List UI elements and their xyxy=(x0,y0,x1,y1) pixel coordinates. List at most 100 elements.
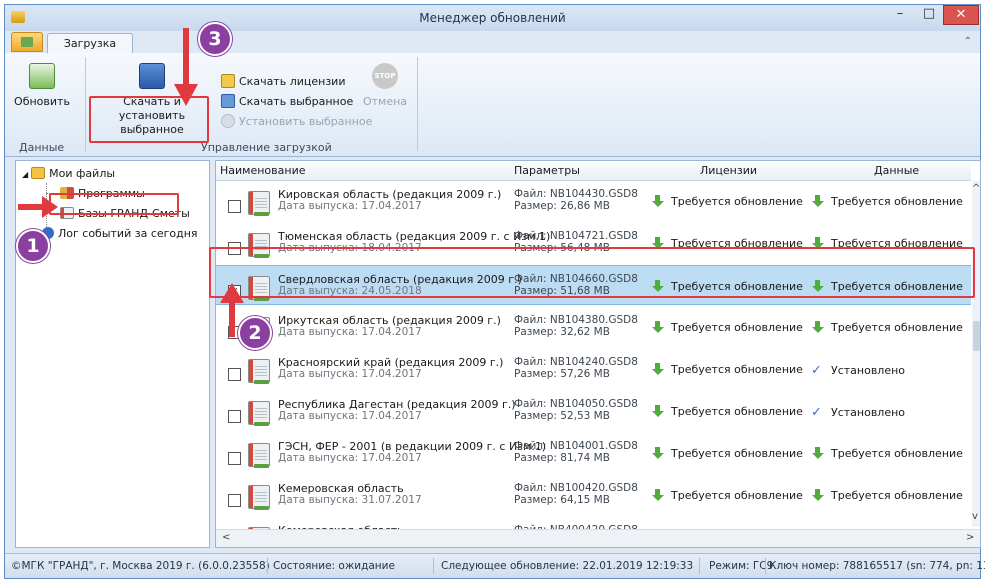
tree-root-label: Мои файлы xyxy=(49,167,116,180)
row-checkbox[interactable] xyxy=(228,410,241,423)
update-arrow-icon xyxy=(651,447,665,459)
status-state: Состояние: ожидание xyxy=(273,560,395,572)
row-date: Дата выпуска: 17.04.2017 xyxy=(278,326,422,338)
data-status-text: Требуется обновление xyxy=(831,195,963,208)
stop-icon: STOP xyxy=(372,63,398,89)
data-status-text: Установлено xyxy=(831,364,906,377)
updates-grid: Наименование Параметры Лицензии Данные К… xyxy=(215,160,981,548)
column-header-params[interactable]: Параметры xyxy=(514,164,580,177)
scroll-left-icon[interactable]: < xyxy=(222,532,230,543)
install-selected-button[interactable]: Установить выбранное xyxy=(221,113,372,131)
row-file: Файл: NB104240.GSD8 xyxy=(514,356,638,368)
row-date: Дата выпуска: 17.04.2017 xyxy=(278,452,422,464)
scroll-right-icon[interactable]: > xyxy=(966,532,974,543)
refresh-button[interactable]: Обновить xyxy=(11,63,73,109)
scroll-thumb[interactable] xyxy=(973,321,980,351)
update-arrow-icon xyxy=(811,489,825,501)
row-file: Файл: NB104050.GSD8 xyxy=(514,398,638,410)
status-separator xyxy=(433,558,434,574)
row-data-status: ✓ Установлено xyxy=(811,405,905,420)
license-status-text: Требуется обновление xyxy=(671,321,803,334)
license-status-text: Требуется обновление xyxy=(671,195,803,208)
row-license-status: Требуется обновление xyxy=(651,447,803,460)
ribbon-collapse-icon[interactable]: ⌃ xyxy=(964,36,972,47)
data-status-text: Требуется обновление xyxy=(831,489,963,502)
cancel-button[interactable]: STOP Отмена xyxy=(361,63,409,109)
row-checkbox[interactable] xyxy=(228,494,241,507)
vertical-scrollbar[interactable]: ^ v xyxy=(972,181,980,527)
app-menu-icon xyxy=(21,37,33,47)
table-row[interactable]: ГЭСН, ФЕР - 2001 (в редакции 2009 г. с И… xyxy=(216,433,971,473)
table-row[interactable]: Иркутская область (редакция 2009 г.) Дата… xyxy=(216,307,971,347)
step-badge-3: 3 xyxy=(198,22,232,56)
status-separator xyxy=(267,558,268,574)
row-checkbox[interactable] xyxy=(228,368,241,381)
row-license-status: Требуется обновление xyxy=(651,405,803,418)
row-size: Размер: 32,62 МВ xyxy=(514,326,610,338)
row-checkbox[interactable] xyxy=(228,452,241,465)
minimize-button[interactable]: – xyxy=(886,5,914,25)
database-file-icon xyxy=(248,443,270,468)
checkmark-icon: ✓ xyxy=(811,405,822,420)
table-row[interactable]: Республика Дагестан (редакция 2009 г.) Да… xyxy=(216,391,971,431)
row-checkbox[interactable] xyxy=(228,200,241,213)
download-selected-label: Скачать выбранное xyxy=(239,95,354,108)
install-selected-label: Установить выбранное xyxy=(239,115,373,128)
download-icon xyxy=(221,94,235,108)
close-button[interactable]: ✕ xyxy=(943,5,979,25)
row-date: Дата выпуска: 31.07.2017 xyxy=(278,494,422,506)
ribbon-separator xyxy=(417,57,418,151)
row-license-status: Требуется обновление xyxy=(651,363,803,376)
table-row[interactable]: Красноярский край (редакция 2009 г.) Дата… xyxy=(216,349,971,389)
group-label-download: Управление загрузкой xyxy=(201,141,332,154)
update-arrow-icon xyxy=(811,321,825,333)
arrow-to-download-button xyxy=(174,28,198,106)
window-title: Менеджер обновлений xyxy=(419,11,566,25)
row-data-status: Требуется обновление xyxy=(811,489,963,502)
column-header-licenses[interactable]: Лицензии xyxy=(700,164,757,177)
refresh-label: Обновить xyxy=(14,95,70,108)
database-file-icon xyxy=(248,359,270,384)
download-install-icon xyxy=(139,63,165,89)
table-row[interactable]: Кемеровская область Дата выпуска: 31.07.2… xyxy=(216,475,971,515)
row-file: Файл: NB104001.GSD8 xyxy=(514,440,638,452)
row-size: Размер: 81,74 МВ xyxy=(514,452,610,464)
title-bar: Менеджер обновлений – □ ✕ xyxy=(5,5,980,31)
maximize-button[interactable]: □ xyxy=(915,5,943,25)
folder-icon xyxy=(31,167,46,179)
status-copyright: ©МГК "ГРАНД", г. Москва 2019 г. (6.0.0.2… xyxy=(11,560,270,572)
group-label-data: Данные xyxy=(19,141,65,154)
column-header-name[interactable]: Наименование xyxy=(220,164,305,177)
license-icon xyxy=(221,74,235,88)
row-license-status: Требуется обновление xyxy=(651,489,803,502)
scroll-down-icon[interactable]: v xyxy=(972,511,978,522)
scroll-up-icon[interactable]: ^ xyxy=(972,183,980,194)
column-header-data[interactable]: Данные xyxy=(874,164,919,177)
ribbon-separator xyxy=(85,57,86,151)
table-row[interactable]: Кировская область (редакция 2009 г.) Дата… xyxy=(216,181,971,221)
row-license-status: Требуется обновление xyxy=(651,195,803,208)
download-licenses-button[interactable]: Скачать лицензии xyxy=(221,73,345,91)
row-date: Дата выпуска: 17.04.2017 xyxy=(278,200,422,212)
step-badge-1: 1 xyxy=(16,229,50,263)
download-selected-button[interactable]: Скачать выбранное xyxy=(221,93,353,111)
tree-item-event-log[interactable]: Лог событий за сегодня xyxy=(42,225,198,243)
row-size: Размер: 64,15 МВ xyxy=(514,494,610,506)
update-arrow-icon xyxy=(651,321,665,333)
data-status-text: Требуется обновление xyxy=(831,321,963,334)
license-status-text: Требуется обновление xyxy=(671,405,803,418)
update-arrow-icon xyxy=(651,363,665,375)
refresh-icon xyxy=(29,63,55,89)
row-license-status: Требуется обновление xyxy=(651,321,803,334)
tab-load[interactable]: Загрузка xyxy=(47,33,133,54)
data-status-text: Требуется обновление xyxy=(831,447,963,460)
tree-item-label: Лог событий за сегодня xyxy=(58,227,198,240)
tree-item-my-files[interactable]: ◢ Мои файлы xyxy=(22,165,115,183)
database-file-icon xyxy=(248,485,270,510)
step-badge-2: 2 xyxy=(238,316,272,350)
checkmark-icon: ✓ xyxy=(811,363,822,378)
update-arrow-icon xyxy=(811,447,825,459)
license-status-text: Требуется обновление xyxy=(671,363,803,376)
app-menu-button[interactable] xyxy=(11,32,43,52)
horizontal-scrollbar[interactable]: < > xyxy=(216,529,980,547)
